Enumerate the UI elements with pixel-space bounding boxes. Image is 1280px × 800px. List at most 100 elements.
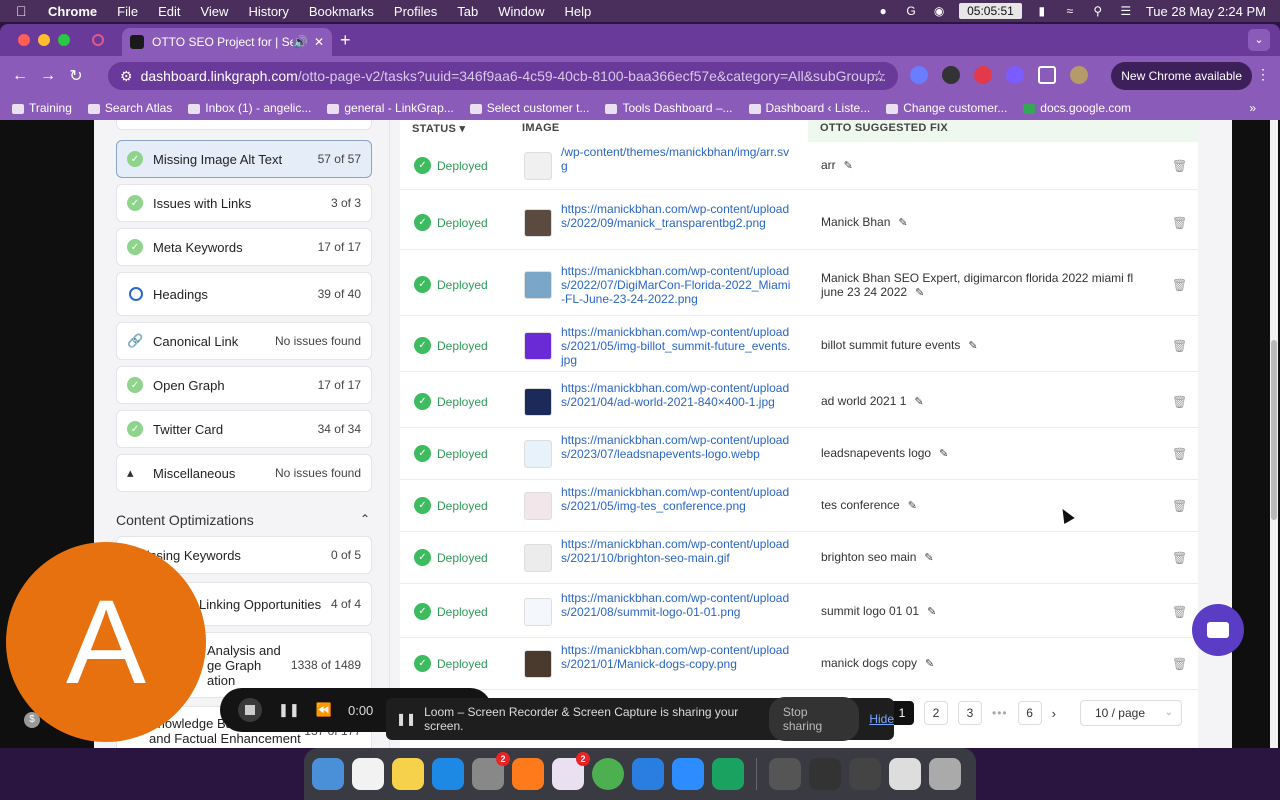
sidebar-item-miscellaneous[interactable]: ▴ Miscellaneous No issues found [116, 454, 372, 492]
new-tab-button[interactable]: + [340, 30, 351, 51]
more-bookmarks-chevron-icon[interactable]: » [1249, 101, 1256, 115]
firefox-icon[interactable] [512, 758, 544, 790]
sidebar-item-issues-with-links[interactable]: ✓ Issues with Links 3 of 3 [116, 184, 372, 222]
extension-icon[interactable] [974, 66, 992, 84]
image-url-link[interactable]: https://manickbhan.com/wp-content/upload… [561, 325, 793, 367]
chat-button[interactable] [1192, 604, 1244, 656]
image-thumbnail[interactable] [524, 492, 552, 520]
apple-icon[interactable]:  [16, 3, 34, 19]
rewind-icon[interactable]: ⏪ [316, 702, 332, 718]
system-settings-icon[interactable]: 2 [472, 752, 510, 790]
notes-icon[interactable] [392, 758, 424, 790]
menu-tab[interactable]: Tab [457, 4, 478, 19]
chrome-menu-icon[interactable]: ⋮ [1256, 66, 1270, 83]
control-center-icon[interactable]: ☰ [1118, 4, 1134, 18]
clock[interactable]: Tue 28 May 2:24 PM [1146, 4, 1266, 19]
table-row[interactable]: ✓ Deployed https://manickbhan.com/wp-conte… [400, 480, 1198, 532]
image-thumbnail[interactable] [524, 209, 552, 237]
bookmark-item[interactable]: Dashboard ‹ Liste... [748, 101, 870, 115]
edit-pencil-icon[interactable]: ✎ [927, 606, 936, 618]
page-button-6[interactable]: 6 [1017, 701, 1042, 725]
table-row[interactable]: ✓ Deployed https://manickbhan.com/wp-conte… [400, 428, 1198, 480]
battery-icon[interactable]: ▮ [1034, 4, 1050, 18]
sidebar-item-partial[interactable] [116, 120, 372, 130]
document-icon[interactable] [889, 758, 921, 790]
content-optimizations-header[interactable]: Content Optimizations ⌃ [116, 512, 372, 528]
reminders-icon[interactable] [352, 758, 384, 790]
dollar-icon[interactable]: $ [24, 712, 40, 728]
edit-pencil-icon[interactable]: ✎ [915, 287, 924, 299]
sidebar-item-canonical-link[interactable]: 🔗 Canonical Link No issues found [116, 322, 372, 360]
app-store-icon[interactable] [432, 758, 464, 790]
image-thumbnail[interactable] [524, 332, 552, 360]
wifi-icon[interactable]: ≈ [1062, 4, 1078, 18]
sidebar-item-meta-keywords[interactable]: ✓ Meta Keywords 17 of 17 [116, 228, 372, 266]
new-chrome-available-button[interactable]: New Chrome available [1111, 62, 1252, 90]
delete-trash-icon[interactable]: 🗑 [1172, 657, 1187, 671]
edit-pencil-icon[interactable]: ✎ [939, 448, 948, 460]
table-row[interactable]: ✓ Deployed https://manickbhan.com/wp-conte… [400, 320, 1198, 372]
image-thumbnail[interactable] [524, 544, 552, 572]
tab-otto-seo[interactable]: OTTO SEO Project for | Se 🔊 ✕ [122, 28, 332, 56]
audio-icon[interactable]: 🔊 [293, 35, 308, 49]
finder-icon[interactable] [312, 758, 344, 790]
image-url-link[interactable]: https://manickbhan.com/wp-content/upload… [561, 433, 793, 461]
pause-icon[interactable]: ❚❚ [278, 702, 300, 718]
trash-icon[interactable] [929, 758, 961, 790]
hide-banner-link[interactable]: Hide [869, 712, 894, 726]
sidebar-item-twitter-card[interactable]: ✓ Twitter Card 34 of 34 [116, 410, 372, 448]
menu-file[interactable]: File [117, 4, 138, 19]
edit-pencil-icon[interactable]: ✎ [908, 500, 917, 512]
recording-timer[interactable]: 05:05:51 [959, 3, 1022, 19]
table-row[interactable]: ✓ Deployed https://manickbhan.com/wp-conte… [400, 638, 1198, 690]
image-thumbnail[interactable] [524, 388, 552, 416]
image-url-link[interactable]: /wp-content/themes/manickbhan/img/arr.sv… [561, 145, 793, 173]
page-size-select[interactable]: 10 / page ⌄ [1079, 700, 1182, 726]
edit-pencil-icon[interactable]: ✎ [914, 396, 923, 408]
image-url-link[interactable]: https://manickbhan.com/wp-content/upload… [561, 537, 793, 565]
image-thumbnail[interactable] [524, 650, 552, 678]
bookmark-item[interactable]: Select customer t... [469, 101, 589, 115]
edit-pencil-icon[interactable]: ✎ [844, 160, 853, 172]
status-column-header[interactable]: STATUS ▾ [412, 122, 465, 135]
menu-window[interactable]: Window [498, 4, 544, 19]
scrollbar-thumb[interactable] [1271, 340, 1277, 520]
image-url-link[interactable]: https://manickbhan.com/wp-content/upload… [561, 264, 793, 306]
image-url-link[interactable]: https://manickbhan.com/wp-content/upload… [561, 643, 793, 671]
image-thumbnail[interactable] [524, 152, 552, 180]
delete-trash-icon[interactable]: 🗑 [1172, 605, 1187, 619]
page-button-2[interactable]: 2 [924, 701, 948, 725]
image-thumbnail[interactable] [524, 598, 552, 626]
extension-icon[interactable] [942, 66, 960, 84]
table-row[interactable]: ✓ Deployed/wp-content/themes/manickbhan/i… [400, 142, 1198, 190]
more-pages-icon[interactable]: ••• [992, 706, 1008, 720]
edit-pencil-icon[interactable]: ✎ [898, 217, 907, 229]
bookmark-item[interactable]: docs.google.com [1023, 101, 1131, 115]
delete-trash-icon[interactable]: 🗑 [1172, 278, 1187, 292]
back-arrow-icon[interactable]: ← [6, 67, 34, 85]
table-row[interactable]: ✓ Deployed https://manickbhan.com/wp-conte… [400, 196, 1198, 250]
window-thumbnail-icon[interactable] [769, 758, 801, 790]
linkgraph-icon[interactable] [712, 758, 744, 790]
minimize-window-button[interactable] [38, 34, 50, 46]
search-icon[interactable]: ⚲ [1090, 4, 1106, 18]
delete-trash-icon[interactable]: 🗑 [1172, 216, 1187, 230]
edit-pencil-icon[interactable]: ✎ [924, 552, 933, 564]
microphone-icon[interactable]: ● [875, 4, 891, 18]
delete-trash-icon[interactable]: 🗑 [1172, 395, 1187, 409]
menu-view[interactable]: View [200, 4, 228, 19]
bookmark-item[interactable]: Change customer... [886, 101, 1007, 115]
maximize-window-button[interactable] [58, 34, 70, 46]
bookmark-item[interactable]: Training [12, 101, 72, 115]
page-scrollbar[interactable] [1270, 120, 1278, 748]
zoom-app-icon[interactable] [672, 758, 704, 790]
image-url-link[interactable]: https://manickbhan.com/wp-content/upload… [561, 202, 793, 230]
menu-help[interactable]: Help [565, 4, 592, 19]
delete-trash-icon[interactable]: 🗑 [1172, 499, 1187, 513]
delete-trash-icon[interactable]: 🗑 [1172, 159, 1187, 173]
delete-trash-icon[interactable]: 🗑 [1172, 447, 1187, 461]
sidebar-item-open-graph[interactable]: ✓ Open Graph 17 of 17 [116, 366, 372, 404]
chrome-icon[interactable] [592, 758, 624, 790]
image-url-link[interactable]: https://manickbhan.com/wp-content/upload… [561, 381, 793, 409]
table-row[interactable]: ✓ Deployed https://manickbhan.com/wp-conte… [400, 586, 1198, 638]
